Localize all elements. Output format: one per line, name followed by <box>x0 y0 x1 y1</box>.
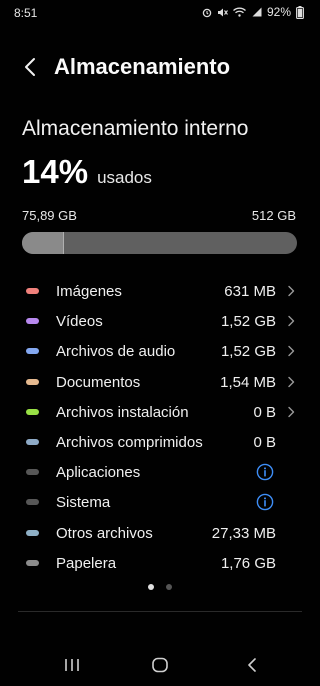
category-size: 27,33 MB <box>211 524 276 542</box>
category-color-dot <box>26 288 39 294</box>
storage-category-row: Sistema <box>0 487 320 517</box>
category-color-dot <box>26 408 39 415</box>
total-capacity: 512 GB <box>251 208 296 223</box>
back-arrow-icon <box>25 58 35 76</box>
category-color-dot <box>26 348 39 355</box>
storage-category-row[interactable]: Imágenes 631 MB <box>0 276 320 306</box>
app-header: Almacenamiento <box>0 50 320 84</box>
usage-percent-suffix: usados <box>97 168 152 187</box>
home-button[interactable] <box>145 652 175 678</box>
category-color-dot <box>26 318 39 325</box>
storage-section-title: Almacenamiento interno <box>22 117 249 140</box>
usage-percent-row: 14% usados <box>22 153 152 191</box>
storage-category-row[interactable]: Archivos instalación 0 B <box>0 397 320 427</box>
chevron-right-icon <box>288 285 295 297</box>
info-icon[interactable] <box>256 463 274 481</box>
category-size: 1,54 MB <box>220 373 276 391</box>
storage-category-row: Archivos comprimidos 0 B <box>0 427 320 457</box>
category-size: 0 B <box>253 403 276 421</box>
category-color-dot <box>26 499 39 506</box>
category-color-dot <box>26 438 39 445</box>
battery-icon <box>296 5 304 19</box>
mute-icon <box>217 7 228 18</box>
wifi-icon <box>233 7 246 17</box>
category-label: Otros archivos <box>56 524 153 542</box>
category-color-dot <box>26 378 39 385</box>
category-label: Imágenes <box>56 283 122 300</box>
page-dot <box>166 584 172 590</box>
category-label: Sistema <box>56 494 111 512</box>
storage-category-row: Otros archivos 27,33 MB <box>0 518 320 548</box>
category-size: 0 B <box>253 433 276 451</box>
battery-percent: 92% <box>266 5 291 19</box>
category-size: 1,52 GB <box>220 313 276 331</box>
page-title: Almacenamiento <box>54 54 231 79</box>
chevron-right-icon <box>288 315 295 327</box>
category-label: Archivos instalación <box>56 403 189 421</box>
chevron-right-icon <box>288 406 295 417</box>
category-color-dot <box>26 559 39 566</box>
category-size: 631 MB <box>224 283 276 300</box>
category-size: 1,76 GB <box>220 554 276 572</box>
usage-percent: 14% <box>22 153 89 190</box>
chevron-right-icon <box>288 346 295 357</box>
back-button[interactable] <box>16 53 44 81</box>
category-label: Aplicaciones <box>56 464 141 482</box>
alarm-icon <box>202 7 212 18</box>
category-label: Archivos de audio <box>56 343 176 361</box>
storage-usage-bar <box>22 232 297 254</box>
category-label: Vídeos <box>56 313 103 331</box>
divider <box>18 611 302 612</box>
category-color-dot <box>26 529 39 536</box>
storage-category-row[interactable]: Documentos 1,54 MB <box>0 367 320 397</box>
storage-usage-bar-fill <box>22 232 64 254</box>
category-size: 1,52 GB <box>220 343 276 361</box>
status-icons: 92% <box>202 5 304 19</box>
status-bar: 8:51 92% <box>0 0 320 26</box>
category-label: Archivos comprimidos <box>56 433 203 451</box>
status-time: 8:51 <box>14 6 38 20</box>
storage-category-row[interactable]: Vídeos 1,52 GB <box>0 306 320 336</box>
storage-category-row: Aplicaciones <box>0 457 320 487</box>
recent-apps-button[interactable] <box>57 652 87 678</box>
nav-back-icon <box>248 658 256 672</box>
nav-back-button[interactable] <box>237 652 267 678</box>
category-label: Documentos <box>56 373 141 391</box>
storage-category-row[interactable]: Archivos de audio 1,52 GB <box>0 336 320 366</box>
info-icon[interactable] <box>256 493 274 511</box>
recent-apps-icon <box>65 659 79 671</box>
chevron-right-icon <box>288 376 295 387</box>
used-amount: 75,89 GB <box>22 208 77 223</box>
signal-icon <box>251 7 262 17</box>
page-dot <box>148 584 154 590</box>
storage-category-row: Papelera 1,76 GB <box>0 548 320 578</box>
page-indicator <box>0 584 320 590</box>
category-label: Papelera <box>56 554 117 572</box>
category-color-dot <box>26 469 39 476</box>
home-icon <box>152 657 168 673</box>
storage-category-list: Imágenes 631 MB Vídeos 1,52 GB Archivos de a… <box>0 276 320 578</box>
system-nav-bar <box>0 650 320 680</box>
